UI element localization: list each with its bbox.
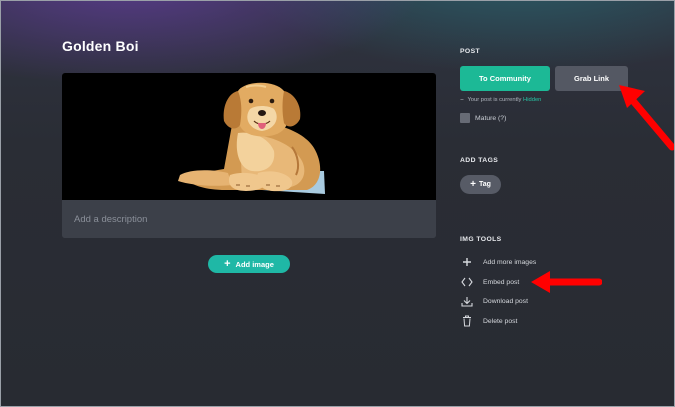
tool-label: Add more images [483, 258, 537, 266]
tool-embed-post[interactable]: Embed post [460, 275, 519, 289]
mature-toggle[interactable]: Mature (?) [460, 113, 506, 123]
img-tools-heading: IMG TOOLS [460, 236, 502, 243]
add-tags-heading: ADD TAGS [460, 157, 499, 164]
tool-download-post[interactable]: Download post [460, 294, 528, 308]
dog-illustration [178, 82, 325, 194]
annotation-arrow-icon [531, 271, 602, 293]
tool-delete-post[interactable]: Delete post [460, 314, 517, 328]
visibility-status: ⌣ Your post is currently Hidden [460, 97, 541, 104]
download-icon [460, 294, 474, 308]
tool-add-more-images[interactable]: Add more images [460, 255, 536, 269]
page: Golden Boi Add a description + Add image… [0, 0, 675, 407]
tool-label: Embed post [483, 278, 520, 286]
plus-icon: + [470, 178, 476, 190]
grab-link-button[interactable]: Grab Link [555, 66, 628, 91]
tool-label: Delete post [483, 317, 518, 325]
code-brackets-icon [460, 275, 474, 289]
add-image-button[interactable]: + Add image [208, 255, 290, 273]
plus-icon: + [224, 257, 231, 270]
post-heading: POST [460, 48, 481, 55]
annotation-arrow-icon [619, 85, 674, 151]
eye-icon: ⌣ [460, 97, 464, 103]
add-image-label: Add image [235, 259, 274, 269]
description-input[interactable] [62, 200, 436, 238]
to-community-button[interactable]: To Community [460, 66, 550, 91]
tool-label: Download post [483, 297, 528, 305]
tag-button-label: Tag [478, 181, 491, 188]
post-image[interactable] [62, 73, 436, 200]
plus-icon [460, 255, 474, 269]
mature-label: Mature (?) [475, 114, 507, 122]
trash-icon [460, 314, 474, 328]
post-title[interactable]: Golden Boi [62, 38, 139, 54]
add-tag-button[interactable]: + Tag [460, 175, 501, 194]
mature-checkbox[interactable] [460, 113, 470, 123]
image-card [62, 73, 436, 238]
visibility-prefix: Your post is currently [467, 97, 522, 103]
visibility-hidden-link[interactable]: Hidden [523, 97, 541, 103]
